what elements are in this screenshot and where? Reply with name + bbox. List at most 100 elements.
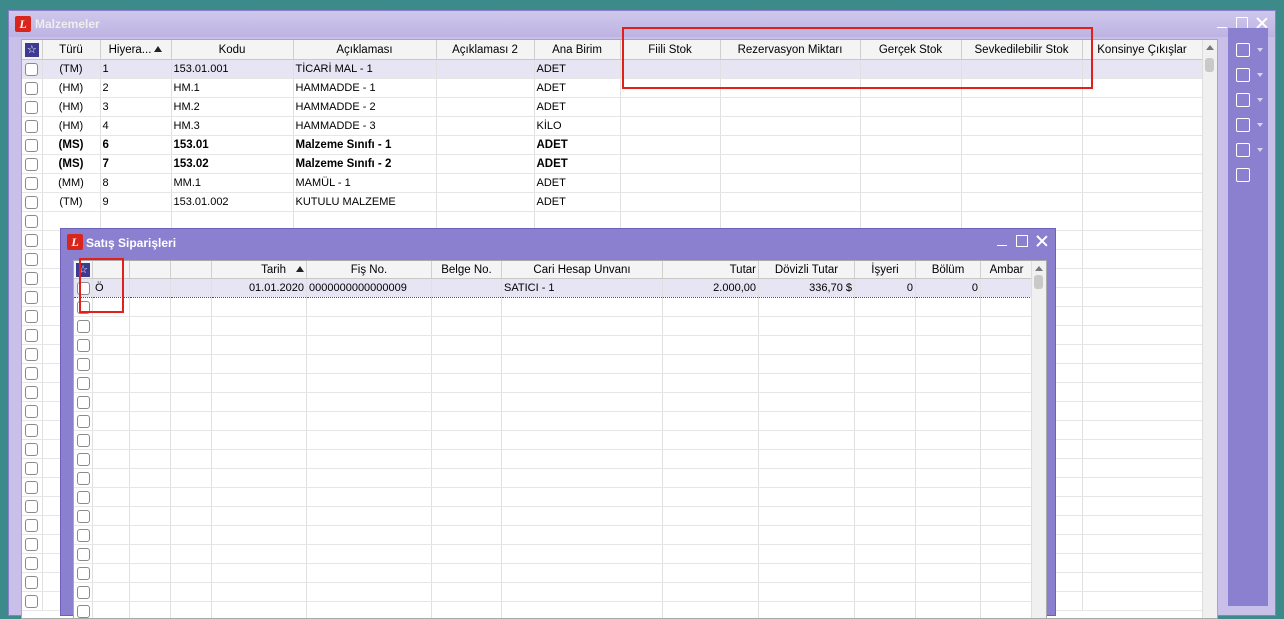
toolbar-button[interactable] xyxy=(1234,167,1264,185)
col-header-gercek-stok[interactable]: Gerçek Stok xyxy=(860,40,961,60)
row-checkbox-cell[interactable] xyxy=(74,526,93,545)
table-row[interactable] xyxy=(74,431,1033,450)
chevron-down-icon[interactable] xyxy=(1257,48,1263,52)
chevron-down-icon[interactable] xyxy=(1257,73,1263,77)
row-checkbox-cell[interactable] xyxy=(74,355,93,374)
row-checkbox-cell[interactable] xyxy=(22,117,42,136)
toolbar-button[interactable] xyxy=(1234,117,1264,135)
row-checkbox-cell[interactable] xyxy=(74,545,93,564)
table-row[interactable] xyxy=(74,336,1033,355)
col-header-fiili-stok[interactable]: Fiili Stok xyxy=(620,40,720,60)
row-checkbox[interactable] xyxy=(25,386,38,399)
row-checkbox[interactable] xyxy=(77,282,90,295)
chevron-down-icon[interactable] xyxy=(1257,98,1263,102)
table-row[interactable]: (MS)6153.01Malzeme Sınıfı - 1ADET xyxy=(22,136,1202,155)
row-checkbox[interactable] xyxy=(25,329,38,342)
row-checkbox-cell[interactable] xyxy=(22,440,42,459)
row-checkbox[interactable] xyxy=(25,557,38,570)
row-checkbox[interactable] xyxy=(25,538,38,551)
row-checkbox-cell[interactable] xyxy=(74,507,93,526)
col-header-cari-hesap[interactable]: Cari Hesap Unvanı xyxy=(502,261,663,279)
col-header-hiyerarsi[interactable]: Hiyera... xyxy=(100,40,171,60)
sales-orders-grid[interactable]: ☆ Tarih Fiş No. Belge No. Cari Hesap Unv… xyxy=(73,260,1047,619)
scroll-up-icon[interactable] xyxy=(1206,45,1214,50)
row-checkbox[interactable] xyxy=(25,177,38,190)
col-header-ana-birim[interactable]: Ana Birim xyxy=(534,40,620,60)
col-header-aciklamasi-2[interactable]: Açıklaması 2 xyxy=(436,40,534,60)
row-checkbox-cell[interactable] xyxy=(22,478,42,497)
row-checkbox-cell[interactable] xyxy=(22,516,42,535)
row-checkbox-cell[interactable] xyxy=(22,193,42,212)
minimize-button[interactable] xyxy=(995,234,1009,248)
sales-orders-titlebar[interactable]: L Satış Siparişleri xyxy=(61,229,1055,255)
row-checkbox[interactable] xyxy=(77,339,90,352)
row-checkbox-cell[interactable] xyxy=(22,269,42,288)
row-checkbox-cell[interactable] xyxy=(74,317,93,336)
row-checkbox[interactable] xyxy=(25,63,38,76)
row-checkbox[interactable] xyxy=(25,291,38,304)
row-checkbox-cell[interactable] xyxy=(22,231,42,250)
row-checkbox-cell[interactable] xyxy=(22,554,42,573)
row-checkbox[interactable] xyxy=(25,215,38,228)
row-checkbox[interactable] xyxy=(77,358,90,371)
row-checkbox[interactable] xyxy=(77,510,90,523)
scroll-thumb[interactable] xyxy=(1034,275,1043,289)
row-checkbox-cell[interactable] xyxy=(74,450,93,469)
chevron-down-icon[interactable] xyxy=(1257,148,1263,152)
row-checkbox[interactable] xyxy=(25,272,38,285)
row-checkbox[interactable] xyxy=(77,548,90,561)
row-checkbox[interactable] xyxy=(77,301,90,314)
row-checkbox-cell[interactable] xyxy=(74,393,93,412)
materials-vscroll[interactable] xyxy=(1202,40,1217,618)
row-checkbox-cell[interactable] xyxy=(22,535,42,554)
table-row[interactable] xyxy=(74,488,1033,507)
table-row[interactable] xyxy=(74,374,1033,393)
row-checkbox[interactable] xyxy=(77,415,90,428)
row-checkbox[interactable] xyxy=(25,367,38,380)
table-row[interactable] xyxy=(74,583,1033,602)
table-row[interactable]: (HM)3HM.2HAMMADDE - 2ADET xyxy=(22,98,1202,117)
row-checkbox[interactable] xyxy=(25,405,38,418)
row-checkbox[interactable] xyxy=(25,101,38,114)
close-button[interactable] xyxy=(1035,234,1049,248)
col-header-rezervasyon[interactable]: Rezervasyon Miktarı xyxy=(720,40,860,60)
row-checkbox-cell[interactable] xyxy=(74,336,93,355)
table-row[interactable]: (MM)8MM.1MAMÜL - 1ADET xyxy=(22,174,1202,193)
row-checkbox-cell[interactable] xyxy=(22,459,42,478)
col-header-blank-1[interactable] xyxy=(130,261,171,279)
row-checkbox[interactable] xyxy=(77,377,90,390)
col-header-status[interactable] xyxy=(93,261,130,279)
row-checkbox[interactable] xyxy=(25,500,38,513)
row-checkbox-cell[interactable] xyxy=(22,326,42,345)
row-checkbox-cell[interactable] xyxy=(22,136,42,155)
table-row[interactable] xyxy=(74,602,1033,619)
row-checkbox[interactable] xyxy=(25,576,38,589)
table-row[interactable]: (HM)4HM.3HAMMADDE - 3KİLO xyxy=(22,117,1202,136)
table-row[interactable]: (MS)7153.02Malzeme Sınıfı - 2ADET xyxy=(22,155,1202,174)
row-checkbox[interactable] xyxy=(25,519,38,532)
row-checkbox[interactable] xyxy=(25,158,38,171)
col-header-turu[interactable]: Türü xyxy=(42,40,100,60)
scroll-thumb[interactable] xyxy=(1205,58,1214,72)
row-checkbox[interactable] xyxy=(25,310,38,323)
row-checkbox[interactable] xyxy=(77,529,90,542)
row-checkbox-cell[interactable] xyxy=(22,307,42,326)
row-checkbox[interactable] xyxy=(77,434,90,447)
toolbar-button[interactable] xyxy=(1234,142,1264,160)
row-checkbox-cell[interactable] xyxy=(22,402,42,421)
row-checkbox[interactable] xyxy=(77,567,90,580)
row-checkbox-cell[interactable] xyxy=(74,298,93,317)
row-checkbox-cell[interactable] xyxy=(74,279,93,298)
table-row[interactable] xyxy=(74,355,1033,374)
row-checkbox-cell[interactable] xyxy=(22,155,42,174)
row-checkbox-cell[interactable] xyxy=(22,212,42,231)
table-row[interactable] xyxy=(74,507,1033,526)
table-row[interactable] xyxy=(74,450,1033,469)
col-header-ambar[interactable]: Ambar xyxy=(981,261,1033,279)
table-row[interactable] xyxy=(74,298,1033,317)
table-row[interactable] xyxy=(74,545,1033,564)
row-checkbox-cell[interactable] xyxy=(22,497,42,516)
row-checkbox[interactable] xyxy=(25,424,38,437)
col-header-sevkedilebilir[interactable]: Sevkedilebilir Stok xyxy=(961,40,1082,60)
row-checkbox[interactable] xyxy=(25,82,38,95)
